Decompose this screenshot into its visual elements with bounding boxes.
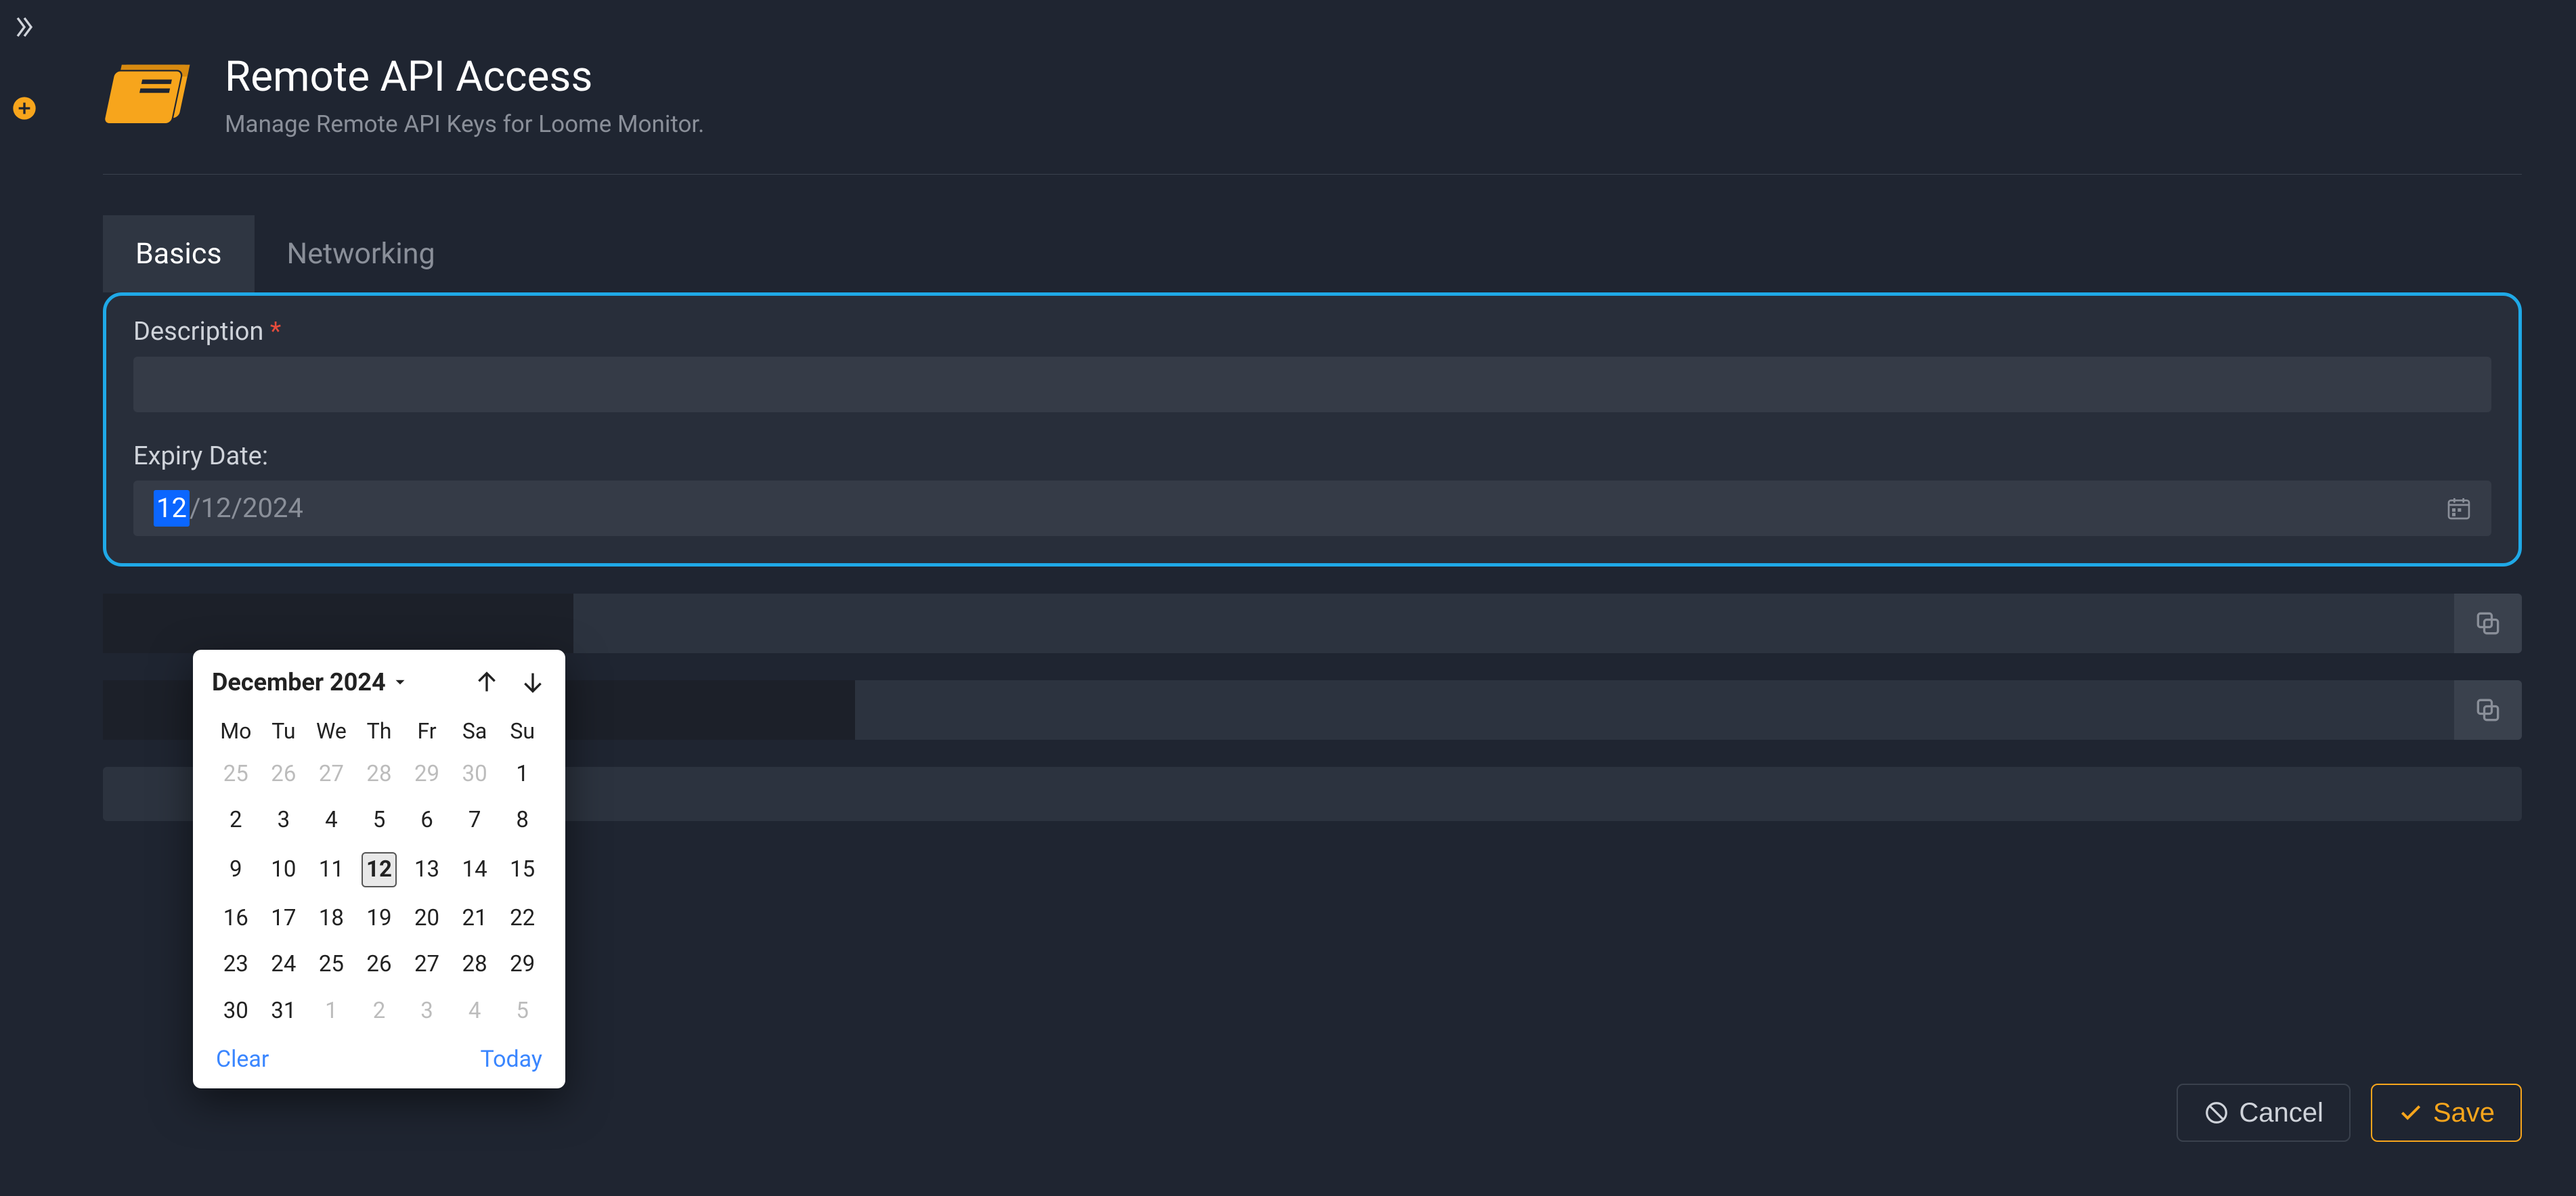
calendar-day[interactable]: 8 [498,797,546,844]
calendar-day[interactable]: 7 [451,797,499,844]
left-rail [0,0,49,1196]
description-input[interactable] [133,357,2491,412]
cancel-button[interactable]: Cancel [2177,1084,2351,1142]
expiry-day[interactable]: 12 [154,490,190,527]
calendar-day[interactable]: 18 [307,895,355,942]
calendar-weekday: Fr [403,711,451,751]
calendar-next-icon[interactable] [519,669,546,696]
date-picker-popup: December 2024 MoTuWeThFrSaSu 25262728293… [193,650,565,1088]
description-label: Description * [133,315,2491,349]
book-icon [103,54,198,129]
calendar-weekday: Th [355,711,403,751]
expiry-label: Expiry Date: [133,439,2491,474]
calendar-day[interactable]: 24 [260,942,308,988]
calendar-day[interactable]: 28 [355,751,403,798]
add-icon[interactable] [11,95,38,122]
calendar-day[interactable]: 3 [403,988,451,1035]
calendar-grid: MoTuWeThFrSaSu 2526272829301234567891011… [212,711,546,1035]
calendar-day[interactable]: 4 [451,988,499,1035]
calendar-day[interactable]: 22 [498,895,546,942]
copy-button-2[interactable] [2454,680,2522,740]
page-title: Remote API Access [225,54,704,100]
calendar-day[interactable]: 23 [212,942,260,988]
calendar-day[interactable]: 17 [260,895,308,942]
calendar-day[interactable]: 26 [355,942,403,988]
calendar-day[interactable]: 30 [451,751,499,798]
expiry-date-input[interactable]: 12/12/2024 [133,481,2491,536]
copy-button-1[interactable] [2454,594,2522,653]
calendar-day[interactable]: 4 [307,797,355,844]
calendar-day[interactable]: 27 [307,751,355,798]
page-header: Remote API Access Manage Remote API Keys… [103,54,2522,175]
calendar-day[interactable]: 9 [212,844,260,895]
calendar-prev-icon[interactable] [473,669,500,696]
calendar-weekday: Su [498,711,546,751]
calendar-weekday: Sa [451,711,499,751]
calendar-day[interactable]: 11 [307,844,355,895]
calendar-day[interactable]: 5 [498,988,546,1035]
calendar-day[interactable]: 31 [260,988,308,1035]
calendar-day[interactable]: 29 [498,942,546,988]
required-indicator: * [270,317,281,347]
locked-mask-1 [103,594,573,653]
calendar-day[interactable]: 25 [212,751,260,798]
calendar-clear-button[interactable]: Clear [216,1044,269,1076]
calendar-day[interactable]: 19 [355,895,403,942]
calendar-day[interactable]: 16 [212,895,260,942]
calendar-day[interactable]: 2 [355,988,403,1035]
calendar-day[interactable]: 13 [403,844,451,895]
calendar-day[interactable]: 5 [355,797,403,844]
calendar-day[interactable]: 1 [307,988,355,1035]
locked-field-1 [103,594,2454,653]
tabs: Basics Networking [103,215,2522,292]
calendar-day[interactable]: 30 [212,988,260,1035]
calendar-weekday: We [307,711,355,751]
calendar-day[interactable]: 27 [403,942,451,988]
form-basics-pane: Description * Expiry Date: 12/12/2024 [103,292,2522,567]
calendar-day[interactable]: 20 [403,895,451,942]
expand-sidebar-icon[interactable] [11,14,38,41]
calendar-day[interactable]: 12 [355,844,403,895]
expiry-month[interactable]: 12 [200,490,231,527]
tab-basics[interactable]: Basics [103,215,255,292]
calendar-weekday: Tu [260,711,308,751]
calendar-day[interactable]: 15 [498,844,546,895]
calendar-month-button[interactable]: December 2024 [212,666,409,699]
footer-actions: Cancel Save [2177,1084,2522,1142]
calendar-day[interactable]: 29 [403,751,451,798]
calendar-day[interactable]: 10 [260,844,308,895]
save-button[interactable]: Save [2371,1084,2522,1142]
calendar-weekday: Mo [212,711,260,751]
calendar-day[interactable]: 2 [212,797,260,844]
calendar-day[interactable]: 14 [451,844,499,895]
calendar-day[interactable]: 21 [451,895,499,942]
calendar-icon[interactable] [2445,495,2472,522]
calendar-today-button[interactable]: Today [480,1044,542,1076]
calendar-day[interactable]: 6 [403,797,451,844]
page-subtitle: Manage Remote API Keys for Loome Monitor… [225,108,704,140]
calendar-day[interactable]: 26 [260,751,308,798]
locked-row-1 [103,594,2522,653]
calendar-day[interactable]: 25 [307,942,355,988]
calendar-day[interactable]: 28 [451,942,499,988]
calendar-day[interactable]: 1 [498,751,546,798]
calendar-day[interactable]: 3 [260,797,308,844]
tab-networking[interactable]: Networking [255,215,468,292]
expiry-year[interactable]: 2024 [242,490,303,527]
